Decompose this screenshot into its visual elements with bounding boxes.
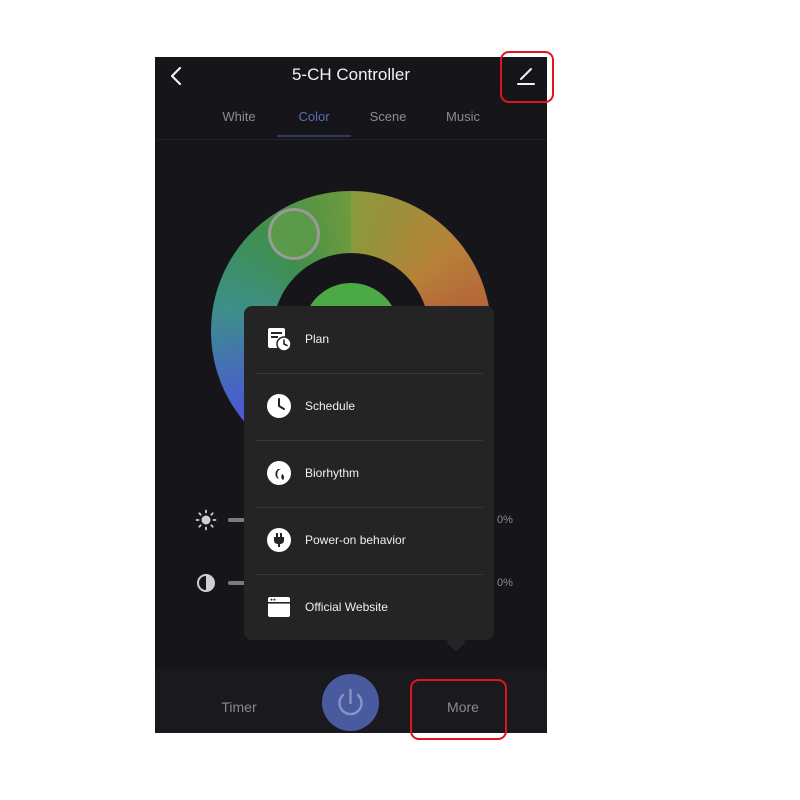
plan-calendar-clock-icon xyxy=(266,326,292,352)
clock-icon xyxy=(266,393,292,419)
tab-divider xyxy=(155,139,547,140)
contrast-icon xyxy=(195,572,217,594)
menu-item-power-on-behavior[interactable]: Power-on behavior xyxy=(244,507,494,574)
timer-button[interactable]: Timer xyxy=(221,699,256,715)
browser-window-icon xyxy=(266,594,292,620)
menu-item-official-website-label: Official Website xyxy=(305,600,388,614)
tab-music[interactable]: Music xyxy=(446,109,480,124)
menu-item-plan[interactable]: Plan xyxy=(244,306,494,373)
brightness-value: 0% xyxy=(497,514,513,526)
menu-item-biorhythm[interactable]: Biorhythm xyxy=(244,440,494,507)
menu-item-biorhythm-label: Biorhythm xyxy=(305,466,360,480)
menu-item-official-website[interactable]: Official Website xyxy=(244,574,494,641)
more-menu: Plan Schedule Biorhythm Power-on behavio… xyxy=(244,306,494,640)
plug-icon xyxy=(266,527,292,553)
menu-item-plan-label: Plan xyxy=(305,332,330,346)
menu-item-schedule-label: Schedule xyxy=(305,399,356,413)
saturation-value: 0% xyxy=(497,577,513,589)
sun-icon xyxy=(195,509,217,531)
tab-scene[interactable]: Scene xyxy=(370,109,407,124)
tab-active-indicator xyxy=(277,135,351,137)
tab-color[interactable]: Color xyxy=(298,109,329,124)
color-picker-handle[interactable] xyxy=(268,208,320,260)
page-title: 5-CH Controller xyxy=(291,65,411,84)
app-screen: 5-CH Controller White Color Scene Music xyxy=(155,57,547,733)
edit-button-highlight xyxy=(500,51,554,103)
tab-white[interactable]: White xyxy=(222,109,255,124)
moon-leaf-icon xyxy=(266,460,292,486)
power-button[interactable] xyxy=(322,674,379,731)
more-button-highlight xyxy=(410,679,507,740)
power-icon xyxy=(338,688,363,716)
menu-item-power-on-behavior-label: Power-on behavior xyxy=(305,533,406,547)
mode-tabs: White Color Scene Music xyxy=(155,109,547,137)
menu-item-schedule[interactable]: Schedule xyxy=(244,373,494,440)
